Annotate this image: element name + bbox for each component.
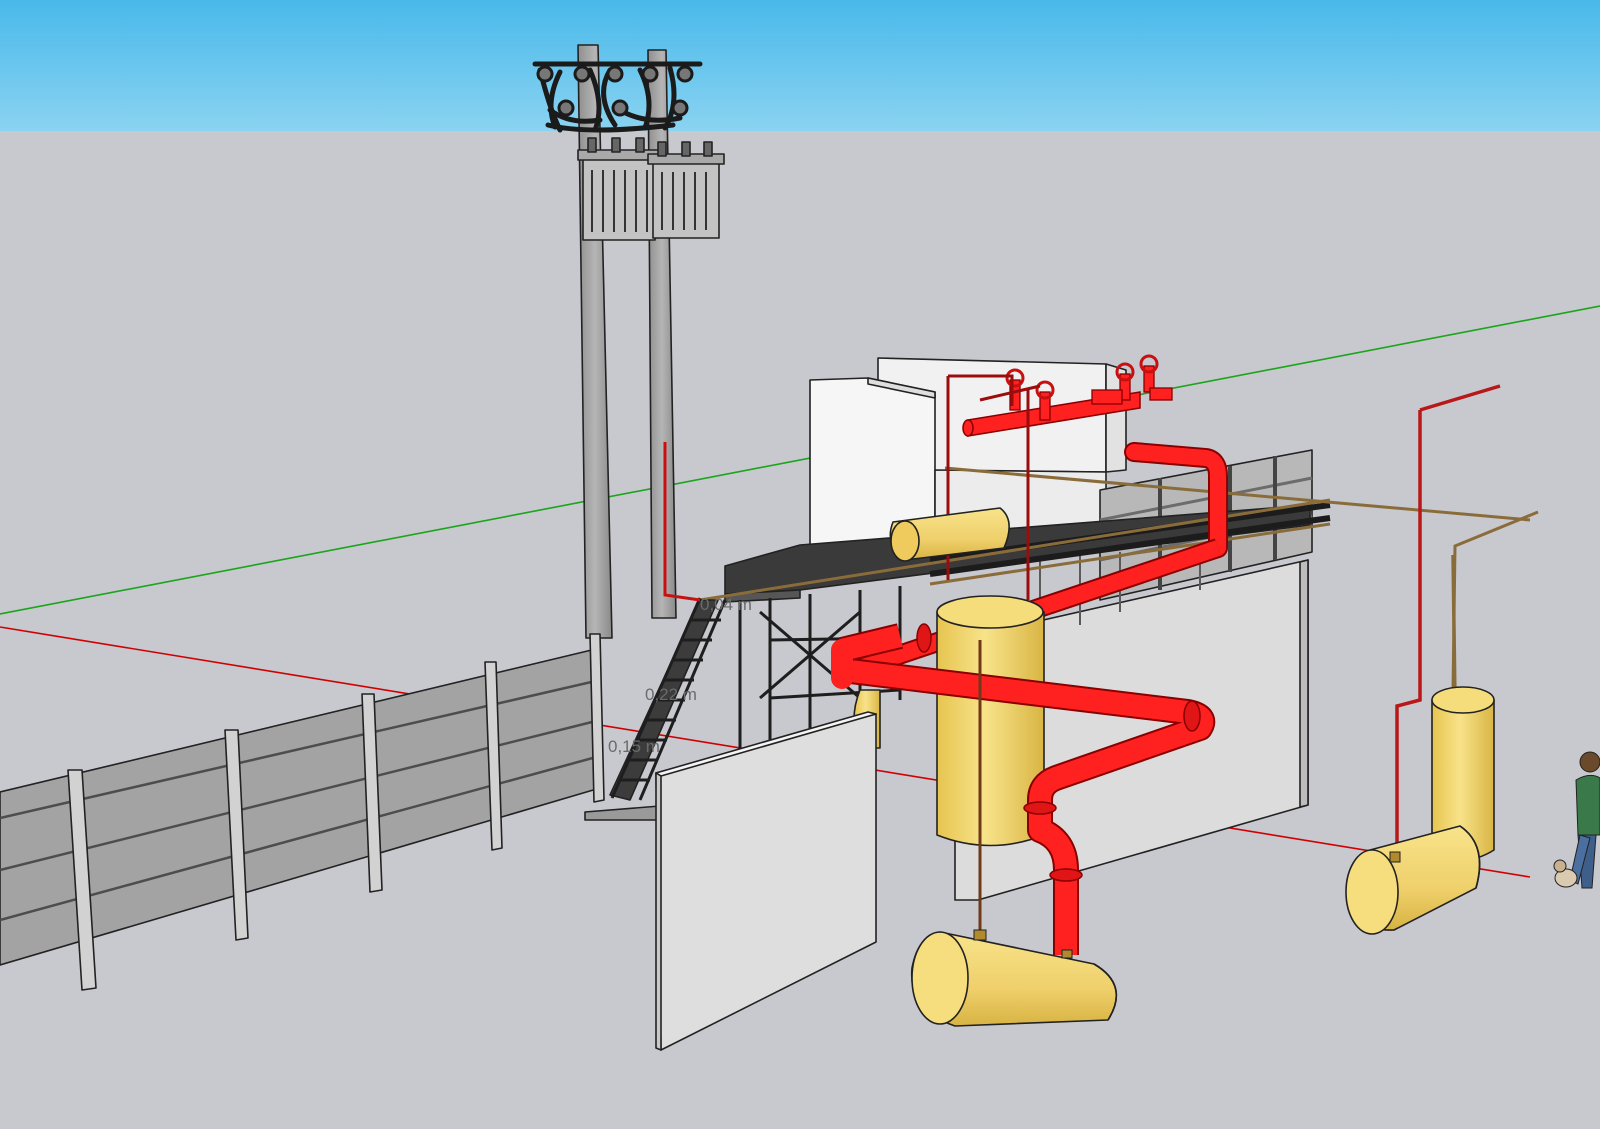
- dimension-label-1: 0,04 m: [700, 595, 752, 614]
- dimension-label-2: 0,22 m: [645, 685, 697, 704]
- model-viewport[interactable]: 0,04 m 0,22 m 0,15 m: [0, 0, 1600, 1129]
- transformer-right: [647, 141, 725, 239]
- dimension-label-3: 0,15 m: [608, 737, 660, 756]
- sky: [0, 0, 1600, 131]
